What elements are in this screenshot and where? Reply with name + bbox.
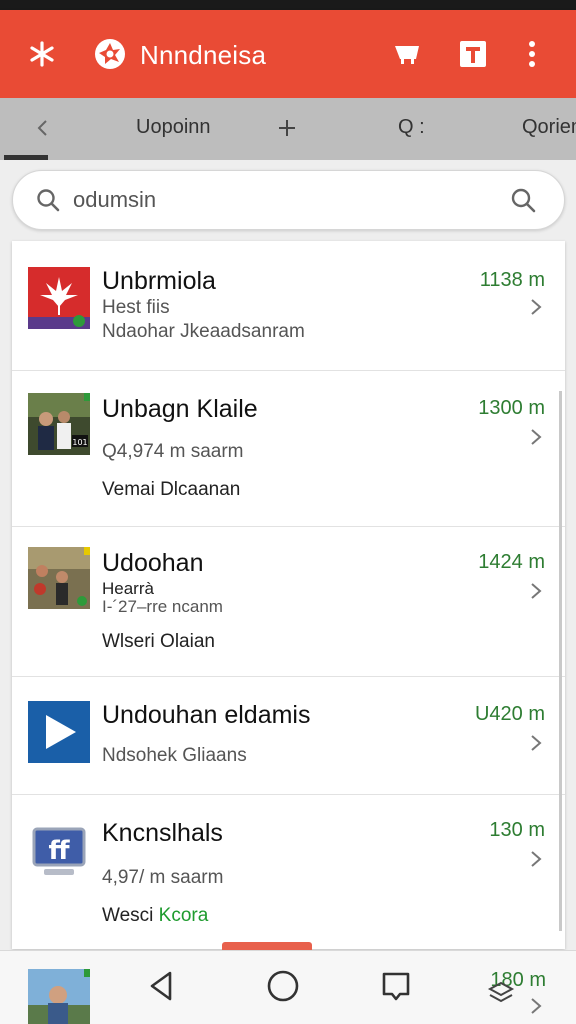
sheet-handle[interactable] <box>222 942 312 950</box>
tab-active-indicator <box>4 155 48 160</box>
plus-icon[interactable] <box>276 117 298 139</box>
layers-icon <box>487 981 515 1003</box>
menu-icon[interactable] <box>26 38 58 70</box>
recent-apps-icon[interactable] <box>380 970 412 1002</box>
scrollbar[interactable] <box>559 391 562 931</box>
avatar[interactable] <box>28 969 90 1024</box>
more-icon[interactable] <box>522 39 542 69</box>
thumbnail-badge: 101 <box>72 438 87 447</box>
tab-qoriem[interactable]: Qoriem <box>522 116 576 139</box>
app-title: Nnndneisa <box>140 40 267 70</box>
list-item[interactable]: Undouhan eldamis Ndsohek Gliaans U420 m <box>12 677 565 795</box>
chevron-right-icon <box>531 583 542 599</box>
tab-search[interactable]: Q : <box>398 116 425 139</box>
bottom-navigation: 180 m <box>0 950 576 1024</box>
app-bar: Nnndneisa <box>0 10 576 98</box>
item-time: 1138 m <box>479 269 545 291</box>
logo-icon <box>95 39 125 69</box>
computer-monitor-icon: ff <box>28 821 90 883</box>
monitor-screen-text: ff <box>48 836 70 866</box>
play-icon <box>28 701 90 763</box>
item-title: Udoohan <box>102 549 204 577</box>
list-item[interactable]: ff Kncnslhals 4,97/ m saarm Wesci Kcora … <box>12 795 565 949</box>
chevron-right-icon <box>531 998 542 1014</box>
item-detail: Wesci Kcora <box>102 905 208 927</box>
item-title: Unbrmiola <box>102 267 216 295</box>
chevron-right-icon <box>531 299 542 315</box>
item-detail-highlight: Kcora <box>158 905 209 926</box>
item-subtitle-2: I-´27–rre ncanm <box>102 597 223 616</box>
back-icon[interactable] <box>146 969 176 1003</box>
item-detail-prefix: Wesci <box>102 905 154 926</box>
chevron-right-icon <box>531 429 542 445</box>
item-time: 1300 m <box>478 397 545 419</box>
list-item[interactable]: Udoohan Hearrà I-´27–rre ncanm Wlseri Ol… <box>12 527 565 677</box>
text-icon[interactable] <box>458 39 488 69</box>
tab-uopoinn[interactable]: Uopoinn <box>136 116 211 139</box>
item-title: Unbagn Klaile <box>102 395 258 423</box>
cannabis-leaf-thumbnail <box>28 267 90 329</box>
search-bar[interactable]: odumsin <box>12 170 565 230</box>
item-time: U420 m <box>474 703 545 725</box>
tab-bar: Uopoinn Q : Qoriem <box>0 98 576 160</box>
photo-thumbnail: 101 <box>28 393 90 455</box>
list-item[interactable]: Unbrmiola Hest fiis Ndaohar Jkeaadsanram… <box>12 241 565 371</box>
photo-thumbnail <box>28 547 90 609</box>
item-title: Kncnslhals <box>102 819 223 847</box>
chevron-right-icon <box>531 851 542 867</box>
item-time: 130 m <box>489 819 545 841</box>
home-icon[interactable] <box>266 969 300 1003</box>
item-subtitle: Hest fiis <box>102 297 170 318</box>
item-title: Undouhan eldamis <box>102 701 311 729</box>
search-icon <box>37 189 60 212</box>
item-detail: Ndaohar Jkeaadsanram <box>102 321 305 342</box>
list-item[interactable]: 101 Unbagn Klaile Q4,974 m saarm Vemai D… <box>12 371 565 527</box>
results-list: Unbrmiola Hest fiis Ndaohar Jkeaadsanram… <box>12 241 565 949</box>
item-subtitle: Q4,974 m saarm <box>102 441 244 462</box>
item-time: 1424 m <box>478 551 545 573</box>
item-subtitle: 4,97/ m saarm <box>102 867 224 888</box>
item-subtitle: Ndsohek Gliaans <box>102 745 247 766</box>
status-bar <box>0 0 576 10</box>
search-submit-icon[interactable] <box>509 186 537 214</box>
chevron-right-icon <box>531 735 542 751</box>
item-detail: Wlseri Olaian <box>102 631 215 652</box>
chevron-left-icon[interactable] <box>34 118 52 138</box>
search-input[interactable]: odumsin <box>73 187 156 213</box>
item-detail: Vemai Dlcaanan <box>102 479 241 500</box>
cart-icon[interactable] <box>392 40 422 70</box>
item-subtitle: Hearrà <box>102 579 154 598</box>
